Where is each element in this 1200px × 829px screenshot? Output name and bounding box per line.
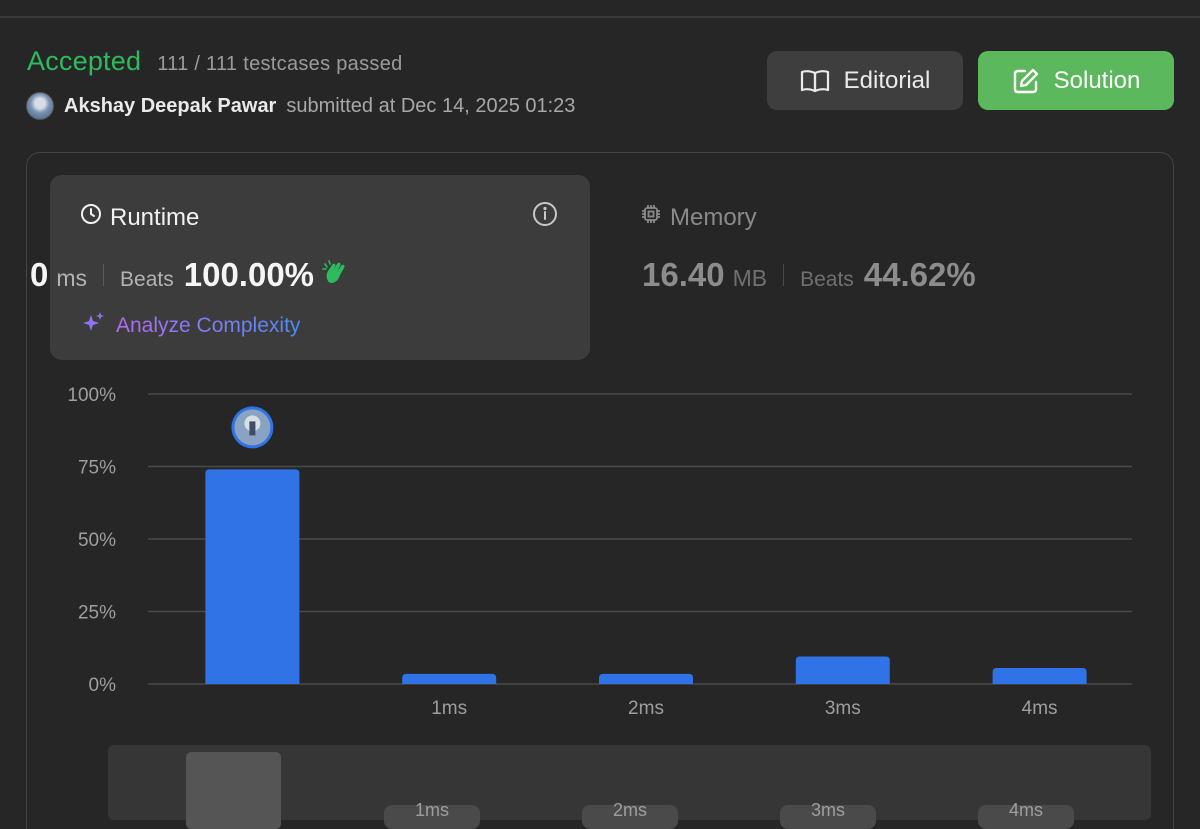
memory-value: 16.40 bbox=[642, 256, 725, 293]
memory-title-label: Memory bbox=[670, 203, 757, 231]
testcases-passed: 111 / 111 testcases passed bbox=[157, 53, 403, 75]
runtime-beats-value: 100.00% bbox=[183, 256, 315, 293]
editorial-button[interactable]: Editorial bbox=[767, 51, 963, 110]
bar[interactable] bbox=[795, 656, 890, 684]
solution-label: Solution bbox=[1053, 66, 1141, 94]
mini-x-label: 4ms bbox=[1009, 800, 1043, 820]
verdict-label: Accepted bbox=[27, 46, 142, 76]
x-tick-label: 1ms bbox=[431, 698, 467, 715]
runtime-unit: ms bbox=[56, 265, 88, 291]
chip-icon bbox=[640, 203, 662, 232]
memory-title[interactable]: Memory bbox=[640, 203, 757, 232]
submitted-at: submitted at Dec 14, 2025 01:23 bbox=[286, 94, 576, 117]
sparkle-icon bbox=[80, 310, 106, 342]
mini-x-label: 1ms bbox=[415, 800, 449, 820]
clapping-hands-icon bbox=[322, 259, 350, 292]
avatar[interactable] bbox=[26, 92, 54, 120]
clock-icon bbox=[80, 203, 102, 232]
submitter-info: Akshay Deepak Pawar submitted at Dec 14,… bbox=[26, 92, 575, 120]
runtime-distribution-chart: 0% 25% 50% 75% 100% 1ms 2ms 3ms 4ms bbox=[67, 385, 1132, 715]
runtime-beats-label: Beats bbox=[120, 268, 174, 291]
x-tick-label: 4ms bbox=[1022, 698, 1058, 715]
mini-x-label: 2ms bbox=[613, 800, 647, 820]
memory-separator bbox=[783, 264, 785, 286]
memory-beats-value: 44.62% bbox=[863, 256, 976, 293]
user-name[interactable]: Akshay Deepak Pawar bbox=[64, 95, 276, 118]
memory-beats-label: Beats bbox=[800, 268, 854, 291]
x-tick-label: 3ms bbox=[825, 698, 861, 715]
bar[interactable] bbox=[205, 469, 300, 684]
runtime-value: 0 bbox=[30, 256, 49, 293]
y-tick-label: 100% bbox=[67, 385, 116, 406]
bar[interactable] bbox=[599, 673, 693, 684]
edit-icon bbox=[1012, 67, 1040, 95]
bar[interactable] bbox=[992, 668, 1087, 684]
runtime-title-label: Runtime bbox=[110, 203, 200, 231]
mini-bar bbox=[186, 752, 281, 829]
y-tick-label: 75% bbox=[78, 458, 116, 479]
mini-x-label: 3ms bbox=[811, 800, 845, 820]
solution-button[interactable]: Solution bbox=[978, 51, 1174, 110]
y-tick-label: 50% bbox=[78, 530, 116, 551]
info-icon[interactable] bbox=[532, 201, 558, 232]
memory-metric: 16.40 MB Beats 44.62% bbox=[642, 256, 976, 294]
runtime-metric: 0 ms Beats 100.00% bbox=[30, 256, 350, 294]
analyze-complexity-label: Analyze Complexity bbox=[116, 314, 301, 337]
runtime-separator bbox=[103, 264, 105, 286]
y-tick-label: 0% bbox=[89, 675, 117, 696]
mini-chart: 1ms 2ms 3ms 4ms bbox=[186, 752, 1074, 829]
analyze-complexity-link[interactable]: Analyze Complexity bbox=[80, 310, 300, 342]
user-marker-avatar bbox=[231, 406, 274, 449]
editorial-label: Editorial bbox=[843, 66, 931, 94]
x-tick-label: 2ms bbox=[628, 698, 664, 715]
submission-status: Accepted 111 / 111 testcases passed bbox=[27, 46, 403, 77]
bar[interactable] bbox=[402, 673, 497, 684]
y-tick-label: 25% bbox=[78, 603, 116, 624]
memory-unit: MB bbox=[732, 265, 768, 291]
runtime-title: Runtime bbox=[80, 203, 199, 232]
top-divider bbox=[0, 16, 1200, 18]
book-icon bbox=[800, 68, 830, 94]
